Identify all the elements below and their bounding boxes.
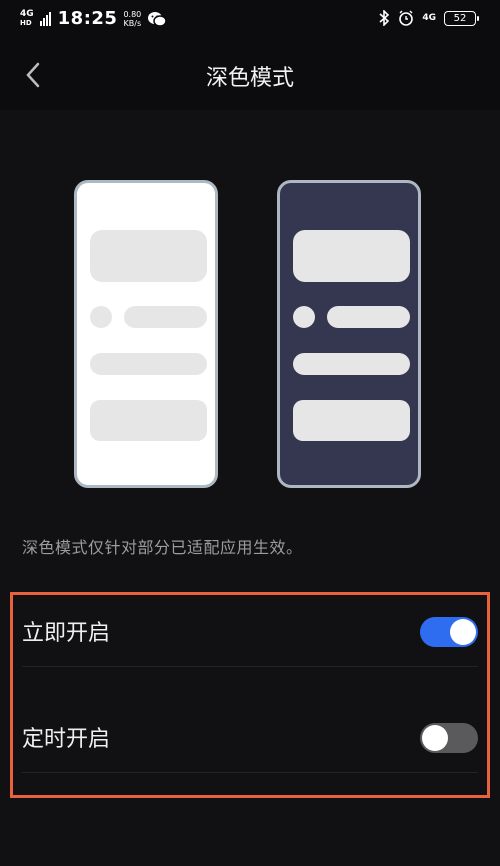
status-left: 4G HD 18:25 0.80 KB/s [20,8,168,29]
battery-level: 52 [453,12,467,24]
light-mode-preview [74,180,218,488]
preview-bar [124,306,207,328]
content-area: 深色模式仅针对部分已适配应用生效。 立即开启 定时开启 [0,110,500,866]
network-speed: 0.80 KB/s [123,10,141,28]
signal-bars-icon [39,11,51,26]
network-type: 4G [20,8,34,19]
bluetooth-icon [379,10,390,26]
battery-icon: 52 [444,10,479,26]
preview-bar [293,353,410,375]
preview-block [293,400,410,441]
page-title: 深色模式 [205,66,294,91]
highlight-frame [10,592,490,798]
preview-bar [90,353,207,375]
speed-value: 0.80 [123,9,142,19]
preview-dot [90,306,112,328]
alarm-icon [399,10,414,26]
preview-dot [293,306,315,328]
preview-block [90,230,207,282]
dark-mode-preview [277,180,421,488]
wechat-icon [148,11,168,27]
speed-unit: KB/s [123,18,142,28]
status-right: 4G 52 [378,10,479,26]
network-hd: HD [20,18,32,27]
right-network-type: 4G [422,13,436,23]
status-bar: 4G HD 18:25 0.80 KB/s 4G 52 [0,0,500,40]
description-text: 深色模式仅针对部分已适配应用生效。 [22,538,303,557]
preview-block [293,230,410,282]
nav-bar: 深色模式 [0,40,500,110]
signal-indicator: 4G HD [20,8,34,28]
preview-block [90,400,207,441]
clock: 18:25 [57,8,118,29]
preview-bar [327,306,410,328]
